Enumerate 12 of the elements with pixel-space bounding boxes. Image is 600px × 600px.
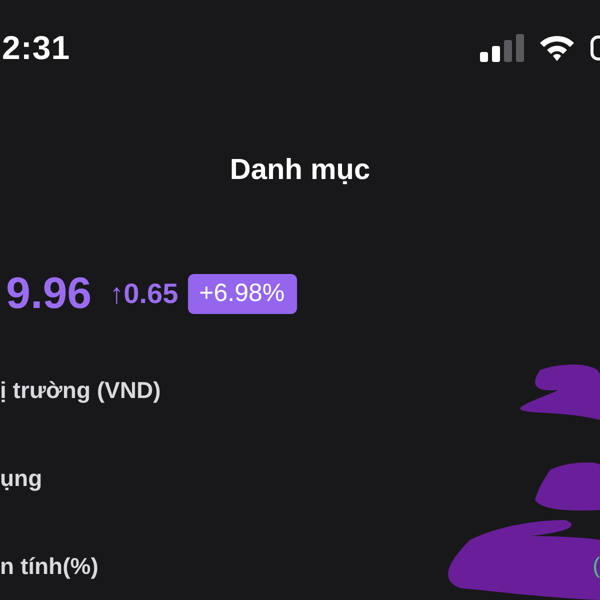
row-label: n tính(%) bbox=[0, 552, 98, 580]
portfolio-value: 9.96 bbox=[6, 269, 92, 319]
status-time: 2:31 bbox=[2, 29, 70, 67]
battery-icon bbox=[590, 34, 600, 62]
signal-icon bbox=[480, 34, 524, 62]
percent-badge: +6.98% bbox=[188, 274, 297, 314]
row-label: ị trường (VND) bbox=[0, 376, 161, 404]
wifi-icon bbox=[538, 34, 576, 62]
row-label: ụng bbox=[0, 464, 42, 492]
page-title: Danh mục bbox=[230, 154, 370, 188]
row-value: ( bbox=[592, 553, 600, 579]
change-value: ↑0.65 bbox=[110, 278, 178, 310]
